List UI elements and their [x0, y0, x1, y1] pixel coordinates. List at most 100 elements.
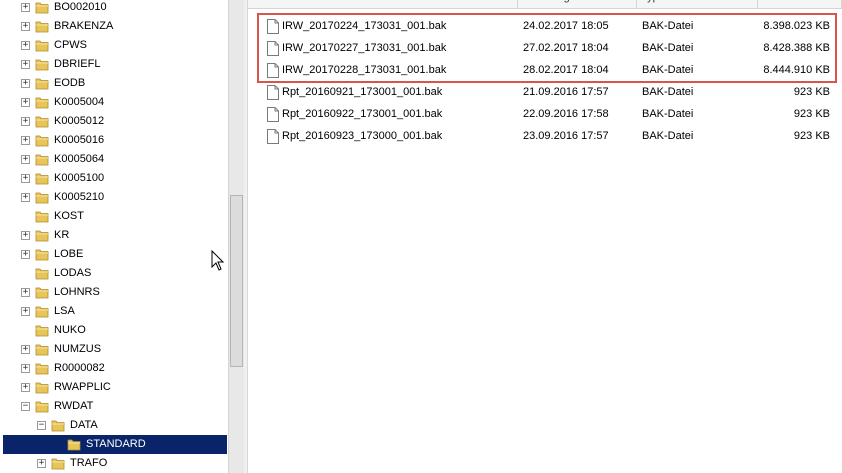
tree-item[interactable]: KOST — [0, 207, 228, 226]
tree-item-label: K0005012 — [54, 115, 105, 127]
file-icon — [267, 85, 279, 100]
column-header-row: Name Änderungsdatum Typ Größe — [248, 0, 842, 9]
tree-item-label: K0005016 — [54, 134, 105, 146]
file-icon — [267, 129, 279, 144]
tree-item-label: RWAPPLIC — [54, 381, 111, 393]
tree-item-label: LODAS — [54, 267, 92, 279]
expand-icon[interactable]: + — [21, 3, 30, 12]
folder-icon — [35, 304, 49, 318]
tree-item[interactable]: STANDARD — [3, 435, 227, 454]
folder-icon — [35, 228, 49, 242]
column-header-type[interactable]: Typ — [637, 0, 758, 8]
folder-icon — [35, 361, 49, 375]
tree-item[interactable]: + K0005012 — [0, 112, 228, 131]
file-type: BAK-Datei — [642, 130, 694, 142]
tree-item[interactable]: + LOBE — [0, 245, 228, 264]
folder-icon — [35, 342, 49, 356]
tree-item[interactable]: + RWAPPLIC — [0, 378, 228, 397]
tree-item-label: STANDARD — [86, 438, 146, 450]
expand-icon[interactable]: + — [21, 155, 30, 164]
tree-item[interactable]: − DATA — [0, 416, 228, 435]
tree-item-label: K0005004 — [54, 96, 105, 108]
expand-icon[interactable]: + — [21, 136, 30, 145]
mouse-cursor-icon — [211, 250, 225, 271]
tree-item[interactable]: + K0005064 — [0, 150, 228, 169]
tree-item[interactable]: + LOHNRS — [0, 283, 228, 302]
tree-item[interactable]: + LSA — [0, 302, 228, 321]
column-header-name[interactable]: Name — [256, 0, 518, 8]
expand-icon[interactable]: + — [21, 22, 30, 31]
tree-item[interactable]: NUKO — [0, 321, 228, 340]
file-row[interactable]: Rpt_20160923_173000_001.bak 23.09.2016 17… — [248, 126, 842, 148]
expand-icon[interactable]: + — [21, 60, 30, 69]
tree-item[interactable]: + DBRIEFL — [0, 55, 228, 74]
collapse-icon[interactable]: − — [21, 402, 30, 411]
tree-item-label: RWDAT — [54, 400, 94, 412]
expand-icon[interactable]: + — [21, 117, 30, 126]
tree-item[interactable]: + KR — [0, 226, 228, 245]
tree-scrollbar-thumb[interactable] — [230, 195, 243, 367]
expand-icon[interactable]: + — [21, 345, 30, 354]
folder-icon — [51, 418, 65, 432]
tree-item-label: TRAFO — [70, 457, 108, 469]
folder-icon — [35, 57, 49, 71]
tree-item[interactable]: + BRAKENZA — [0, 17, 228, 36]
tree-item-label: K0005100 — [54, 172, 105, 184]
expand-icon[interactable]: + — [21, 193, 30, 202]
tree-item-label: NUMZUS — [54, 343, 102, 355]
expand-icon[interactable]: + — [21, 231, 30, 240]
tree-scrollbar[interactable] — [228, 0, 244, 473]
column-header-date[interactable]: Änderungsdatum — [518, 0, 637, 8]
tree-item[interactable]: − RWDAT — [0, 397, 228, 416]
expand-icon[interactable]: + — [21, 174, 30, 183]
tree-item[interactable]: + K0005210 — [0, 188, 228, 207]
tree-item-label: CPWS — [54, 39, 87, 51]
folder-icon — [35, 209, 49, 223]
folder-icon — [35, 19, 49, 33]
expand-icon[interactable]: + — [21, 98, 30, 107]
tree-item[interactable]: LODAS — [0, 264, 228, 283]
expand-icon[interactable]: + — [21, 41, 30, 50]
file-type: BAK-Datei — [642, 86, 694, 98]
tree-item-label: DATA — [70, 419, 98, 431]
folder-icon — [35, 266, 49, 280]
tree-item-label: K0005064 — [54, 153, 105, 165]
tree-item[interactable]: + CPWS — [0, 36, 228, 55]
tree-item[interactable]: + K0005016 — [0, 131, 228, 150]
file-row[interactable]: Rpt_20160921_173001_001.bak 21.09.2016 17… — [248, 82, 842, 104]
expand-icon[interactable]: + — [21, 288, 30, 297]
folder-tree[interactable]: + BO002010 + BRAKENZA + CPWS + DBRIEFL + EODB + K00… — [0, 0, 228, 473]
tree-item[interactable]: + TRAFO — [0, 454, 228, 473]
tree-item-label: LOHNRS — [54, 286, 100, 298]
folder-icon — [35, 95, 49, 109]
file-date: 23.09.2016 17:57 — [523, 130, 609, 142]
folder-icon — [35, 0, 49, 14]
file-name: Rpt_20160921_173001_001.bak — [282, 86, 443, 98]
tree-item[interactable]: + R0000082 — [0, 359, 228, 378]
expand-icon[interactable]: + — [21, 79, 30, 88]
tree-item-label: K0005210 — [54, 191, 105, 203]
folder-icon — [35, 380, 49, 394]
collapse-icon[interactable]: − — [37, 421, 46, 430]
tree-item[interactable]: + BO002010 — [0, 0, 228, 17]
folder-icon — [35, 399, 49, 413]
file-row[interactable]: Rpt_20160922_173001_001.bak 22.09.2016 17… — [248, 104, 842, 126]
folder-icon — [35, 152, 49, 166]
tree-item-label: LSA — [54, 305, 75, 317]
tree-item[interactable]: + EODB — [0, 74, 228, 93]
tree-item-label: DBRIEFL — [54, 58, 101, 70]
file-name: Rpt_20160923_173000_001.bak — [282, 130, 443, 142]
tree-item[interactable]: + NUMZUS — [0, 340, 228, 359]
folder-icon — [35, 247, 49, 261]
tree-item[interactable]: + K0005100 — [0, 169, 228, 188]
expand-icon[interactable]: + — [37, 459, 46, 468]
expand-icon[interactable]: + — [21, 250, 30, 259]
expand-icon[interactable]: + — [21, 383, 30, 392]
folder-icon — [67, 437, 81, 451]
tree-item-label: KOST — [54, 210, 84, 222]
folder-icon — [35, 76, 49, 90]
expand-icon[interactable]: + — [21, 364, 30, 373]
column-header-size[interactable]: Größe — [758, 0, 842, 8]
expand-icon[interactable]: + — [21, 307, 30, 316]
tree-item[interactable]: + K0005004 — [0, 93, 228, 112]
